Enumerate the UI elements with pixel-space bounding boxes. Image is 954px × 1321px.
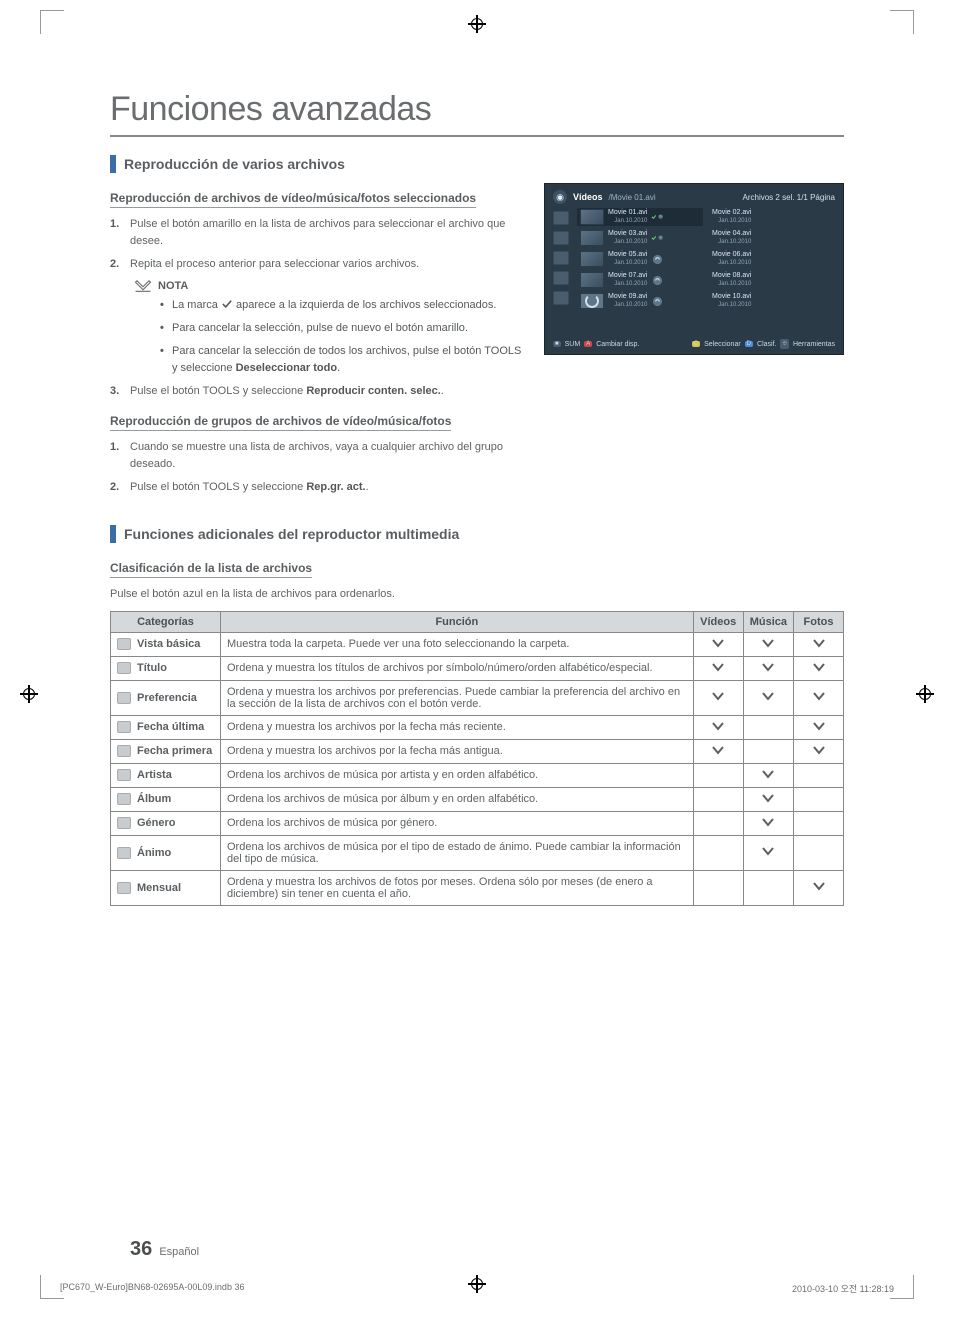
step-number: 2. bbox=[110, 479, 130, 496]
step-number: 2. bbox=[110, 256, 130, 273]
step-text: Pulse el botón amarillo en la lista de a… bbox=[130, 216, 526, 250]
step-text: Cuando se muestre una lista de archivos,… bbox=[130, 439, 526, 473]
table-row: Fecha primeraOrdena y muestra los archiv… bbox=[111, 739, 844, 763]
page-lang: Español bbox=[159, 1246, 199, 1258]
tv-path: /Movie 01.avi bbox=[609, 193, 656, 202]
note-label: NOTA bbox=[158, 280, 188, 292]
note-item: Para cancelar la selección, pulse de nue… bbox=[160, 320, 526, 337]
reel-icon: ◉ bbox=[553, 190, 567, 204]
step-text: Repita el proceso anterior para seleccio… bbox=[130, 256, 526, 273]
table-row: GéneroOrdena los archivos de música por … bbox=[111, 811, 844, 835]
step-text: Pulse el botón TOOLS y seleccione Rep.gr… bbox=[130, 479, 526, 496]
sum-chip: ■ bbox=[553, 341, 561, 347]
check-icon bbox=[221, 298, 233, 308]
table-row: ÁlbumOrdena los archivos de música por á… bbox=[111, 787, 844, 811]
page-footer: 36 Español bbox=[130, 1238, 199, 1261]
print-file: [PC670_W-Euro]BN68-02695A-00L09.indb 36 bbox=[60, 1282, 244, 1295]
registration-mark bbox=[468, 15, 486, 33]
page-title: Funciones avanzadas bbox=[110, 90, 844, 129]
note-item: Para cancelar la selección de todos los … bbox=[160, 343, 526, 377]
table-row: TítuloOrdena y muestra los títulos de ar… bbox=[111, 656, 844, 680]
a-chip: A bbox=[584, 341, 592, 347]
crop-mark bbox=[40, 10, 64, 34]
subheading: Reproducción de archivos de vídeo/música… bbox=[110, 191, 476, 208]
print-footer: [PC670_W-Euro]BN68-02695A-00L09.indb 36 … bbox=[60, 1282, 894, 1295]
table-row: MensualOrdena y muestra los archivos de … bbox=[111, 870, 844, 905]
print-date: 2010-03-10 오전 11:28:19 bbox=[792, 1282, 894, 1295]
title-rule bbox=[110, 135, 844, 137]
table-header: Vídeos bbox=[693, 611, 743, 632]
table-header: Música bbox=[743, 611, 793, 632]
step-number: 1. bbox=[110, 439, 130, 473]
section-heading: Reproducción de varios archivos bbox=[110, 155, 844, 173]
tv-title: Vídeos bbox=[573, 192, 603, 202]
table-row: ArtistaOrdena los archivos de música por… bbox=[111, 763, 844, 787]
d-chip: D bbox=[745, 341, 753, 347]
crop-mark bbox=[890, 10, 914, 34]
table-header: Función bbox=[221, 611, 694, 632]
classification-table: CategoríasFunciónVídeosMúsicaFotos Vista… bbox=[110, 611, 844, 906]
table-row: ÁnimoOrdena los archivos de música por e… bbox=[111, 835, 844, 870]
subheading: Reproducción de grupos de archivos de ví… bbox=[110, 414, 451, 431]
table-row: Vista básicaMuestra toda la carpeta. Pue… bbox=[111, 632, 844, 656]
step-number: 3. bbox=[110, 383, 130, 400]
section-title: Reproducción de varios archivos bbox=[124, 156, 345, 172]
c-chip: C bbox=[692, 341, 700, 347]
registration-mark bbox=[20, 685, 38, 703]
table-row: Fecha últimaOrdena y muestra los archivo… bbox=[111, 715, 844, 739]
step-number: 1. bbox=[110, 216, 130, 250]
registration-mark bbox=[916, 685, 934, 703]
step-text: Pulse el botón TOOLS y seleccione Reprod… bbox=[130, 383, 526, 400]
table-row: PreferenciaOrdena y muestra los archivos… bbox=[111, 680, 844, 715]
section-bar-icon bbox=[110, 525, 116, 543]
note-icon bbox=[134, 279, 152, 293]
body-text: Pulse el botón azul en la lista de archi… bbox=[110, 586, 844, 603]
subheading: Clasificación de la lista de archivos bbox=[110, 561, 312, 578]
note-item: La marca aparece a la izquierda de los a… bbox=[160, 297, 526, 314]
table-header: Categorías bbox=[111, 611, 221, 632]
section-heading: Funciones adicionales del reproductor mu… bbox=[110, 525, 844, 543]
table-header: Fotos bbox=[794, 611, 844, 632]
tv-footer: ■ SUM A Cambiar disp. C Seleccionar D Cl… bbox=[553, 339, 835, 349]
tools-chip: ⯐ bbox=[780, 339, 789, 349]
tv-status: Archivos 2 sel. 1/1 Página bbox=[743, 193, 836, 202]
tv-side-icons bbox=[553, 208, 571, 310]
section-bar-icon bbox=[110, 155, 116, 173]
tv-screenshot: ◉ Vídeos /Movie 01.avi Archivos 2 sel. 1… bbox=[544, 183, 844, 503]
section-title: Funciones adicionales del reproductor mu… bbox=[124, 526, 459, 542]
page-number: 36 bbox=[130, 1238, 152, 1260]
